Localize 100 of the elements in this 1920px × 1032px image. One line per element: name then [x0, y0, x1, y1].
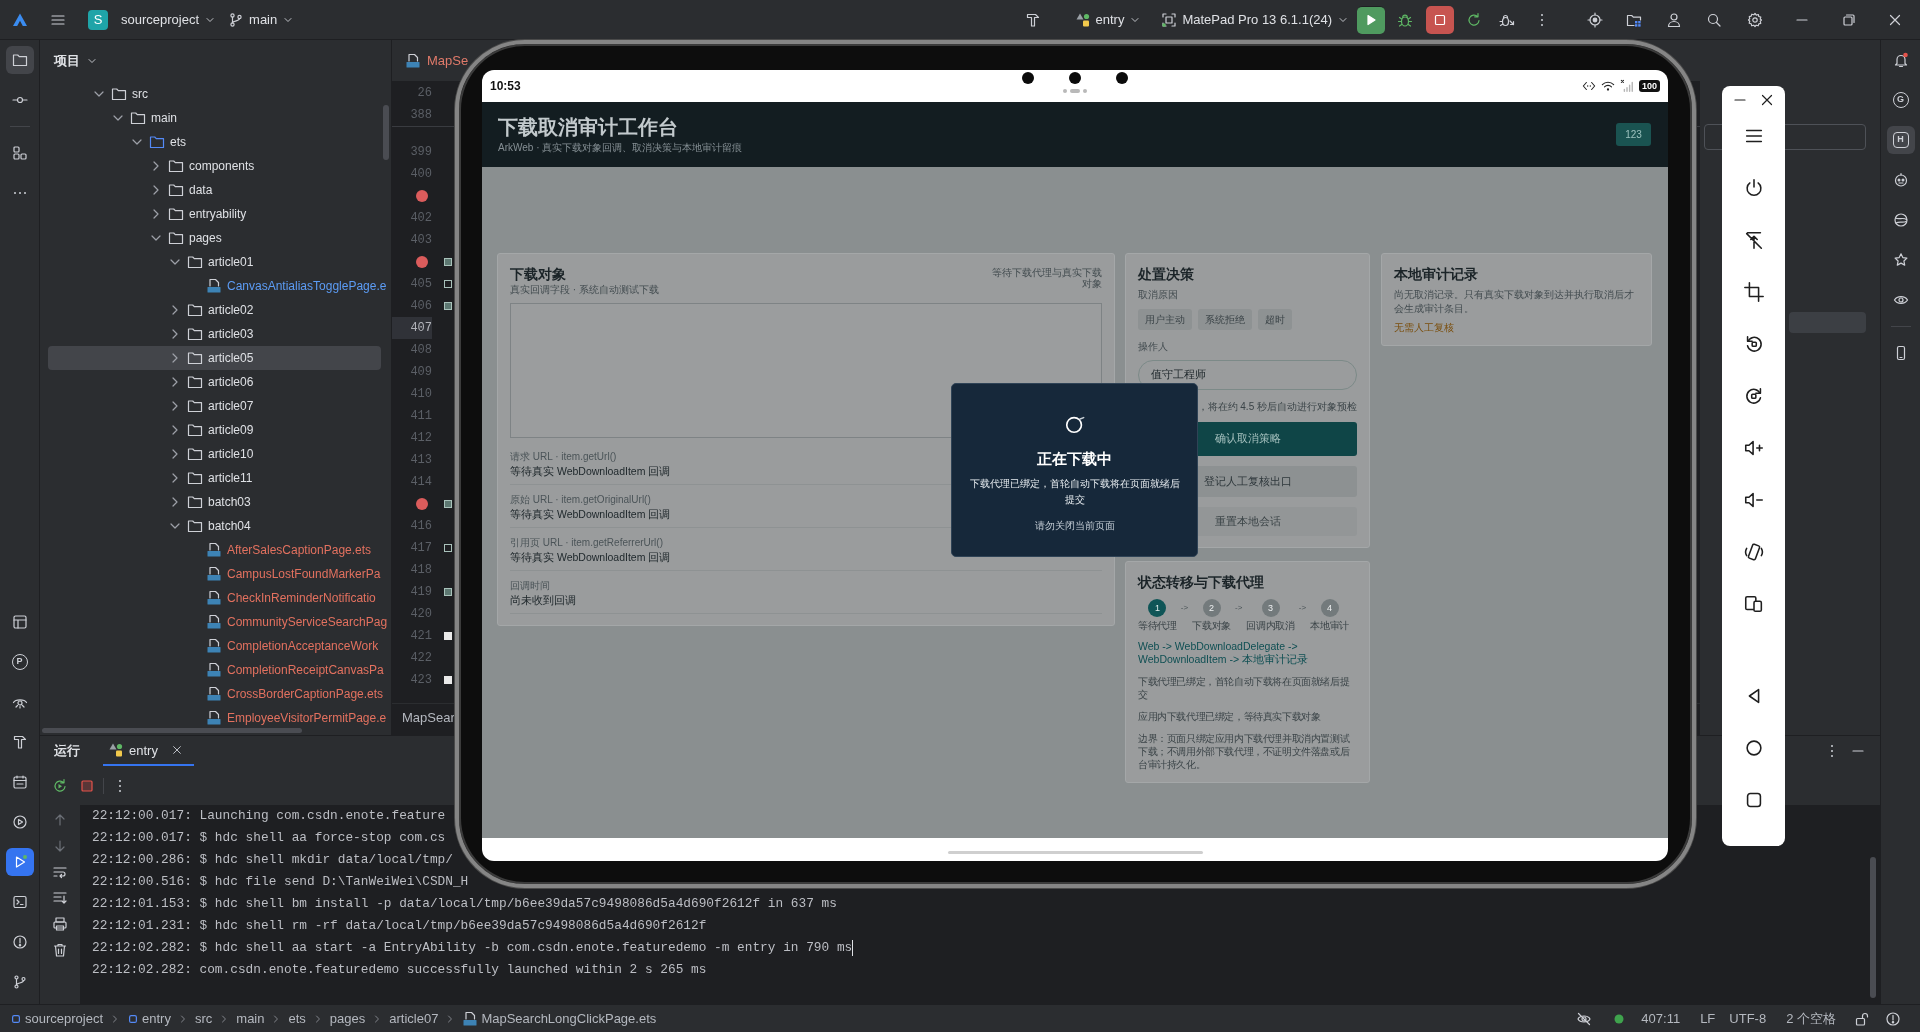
folder-item[interactable]: article01	[48, 250, 381, 274]
file-item[interactable]: CanvasAntialiasTogglePage.e	[48, 274, 389, 298]
crop-icon[interactable]	[1742, 281, 1765, 303]
file-item[interactable]: EmployeeVisitorPermitPage.e	[48, 706, 389, 730]
module-icon	[108, 742, 124, 758]
file-item[interactable]: CampusLostFoundMarkerPa	[48, 562, 389, 586]
page-indicator-icon	[1062, 88, 1088, 94]
hammer-icon[interactable]	[11, 734, 28, 750]
close-icon[interactable]	[170, 744, 183, 756]
vertical-scrollbar-thumb[interactable]	[383, 105, 389, 160]
folder-item[interactable]: data	[48, 178, 381, 202]
file-icon	[206, 662, 222, 678]
folder-icon[interactable]	[5, 46, 34, 74]
file-item[interactable]: CompletionAcceptanceWork	[48, 634, 389, 658]
cursor-position[interactable]: 407:11	[1641, 1011, 1681, 1026]
run-config-dropdown[interactable]: entry	[1074, 11, 1142, 28]
robot-icon[interactable]	[1892, 172, 1909, 188]
project-dropdown[interactable]: sourceproject	[121, 12, 217, 27]
git-branch-icon[interactable]	[11, 974, 28, 990]
breadcrumb[interactable]: ets	[288, 1011, 306, 1026]
file-item[interactable]: AfterSalesCaptionPage.ets	[48, 538, 389, 562]
hammer-icon[interactable]	[1024, 11, 1041, 28]
horizontal-scrollbar-thumb[interactable]	[42, 728, 302, 733]
file-item[interactable]: CommunityServiceSearchPag	[48, 610, 389, 634]
notification-bell-icon[interactable]	[1892, 52, 1909, 68]
play-circle-icon[interactable]	[11, 814, 28, 830]
folder-item[interactable]: ets	[48, 130, 381, 154]
breakpoint-icon[interactable]	[416, 498, 428, 510]
close-icon[interactable]	[1759, 92, 1775, 108]
layout-icon[interactable]	[11, 614, 28, 630]
folder-item[interactable]: entryability	[48, 202, 381, 226]
calendar-icon[interactable]	[11, 774, 28, 790]
settings-icon[interactable]	[1747, 11, 1763, 28]
star-icon[interactable]	[1892, 252, 1909, 268]
folder-item[interactable]: article06	[48, 370, 381, 394]
multi-device-icon[interactable]	[1742, 593, 1765, 615]
letter-tool-button[interactable]: H	[1886, 126, 1915, 154]
folder-item[interactable]: components	[48, 154, 381, 178]
file-icon	[206, 278, 222, 294]
folder-item[interactable]: article11	[48, 466, 381, 490]
panel-title[interactable]: 项目	[54, 52, 80, 70]
app-logo-icon[interactable]	[12, 11, 28, 28]
globe-icon[interactable]	[1892, 212, 1909, 228]
file-item[interactable]: CrossBorderCaptionPage.ets	[48, 682, 389, 706]
rerun-icon[interactable]	[52, 777, 68, 794]
breadcrumb[interactable]: MapSearchLongClickPage.ets	[462, 1010, 657, 1027]
file-encoding[interactable]: UTF-8	[1729, 1011, 1767, 1026]
shake-device-icon[interactable]	[1742, 541, 1765, 563]
page-subtitle: ArkWeb · 真实下载对象回调、取消决策与本地审计留痕	[498, 142, 743, 154]
folder-item[interactable]: article02	[48, 298, 381, 322]
restore-icon[interactable]	[1841, 11, 1857, 28]
structure-icon[interactable]	[11, 145, 28, 161]
field-label: 操作人	[1138, 340, 1169, 353]
folder-item[interactable]: article07	[48, 394, 381, 418]
file-item[interactable]: CompletionReceiptCanvasPa	[48, 658, 389, 682]
warning-icon[interactable]	[11, 934, 28, 950]
branch-dropdown[interactable]: main	[228, 11, 295, 28]
scroll-to-end-icon[interactable]	[52, 890, 68, 906]
line-number: 414	[410, 475, 432, 489]
breadcrumb[interactable]: article07	[389, 1011, 439, 1026]
folder-item[interactable]: article05	[48, 346, 381, 370]
warning-icon[interactable]	[1885, 1010, 1901, 1027]
breadcrumb[interactable]: pages	[329, 1011, 366, 1026]
breadcrumb[interactable]: src	[194, 1011, 213, 1026]
editor-tab[interactable]: MapSe	[405, 52, 469, 69]
search-icon[interactable]	[1706, 11, 1722, 28]
print-icon[interactable]	[52, 916, 68, 932]
terminal-icon[interactable]	[11, 894, 28, 910]
run-icon[interactable]	[5, 848, 34, 876]
stop-icon[interactable]	[79, 777, 95, 794]
breadcrumb[interactable]: MapSear	[402, 710, 455, 725]
folder-item[interactable]: src	[48, 82, 381, 106]
folder-item[interactable]: main	[48, 106, 381, 130]
run-button[interactable]	[1357, 5, 1385, 34]
breakpoint-icon[interactable]	[416, 256, 428, 268]
trash-icon[interactable]	[52, 942, 68, 958]
lock-icon[interactable]	[1854, 1010, 1870, 1027]
folder-item[interactable]: batch03	[48, 490, 381, 514]
device-dropdown[interactable]: MatePad Pro 13 6.1.1(24)	[1161, 11, 1349, 28]
soft-wrap-icon[interactable]	[52, 864, 68, 880]
eye-slash-icon[interactable]	[1576, 1010, 1593, 1027]
breadcrumb[interactable]: main	[236, 1011, 265, 1026]
indent-setting[interactable]: 2 个空格	[1786, 1009, 1836, 1028]
vertical-scrollbar-thumb[interactable]	[1870, 857, 1876, 998]
folder-item[interactable]: pages	[48, 226, 381, 250]
target-icon[interactable]	[1587, 11, 1603, 28]
file-item[interactable]: CheckInReminderNotificatio	[48, 586, 389, 610]
folder-item[interactable]: article10	[48, 442, 381, 466]
folder-item[interactable]: article09	[48, 418, 381, 442]
reload-icon[interactable]	[1466, 11, 1482, 28]
folder-item[interactable]: batch04	[48, 514, 381, 538]
person-icon[interactable]	[1666, 11, 1682, 28]
stop-button[interactable]	[1426, 5, 1454, 34]
breakpoint-icon[interactable]	[416, 190, 428, 202]
line-ending[interactable]: LF	[1700, 1011, 1716, 1026]
breadcrumb[interactable]: sourceproject	[10, 1011, 104, 1026]
folder-item[interactable]: article03	[48, 322, 381, 346]
folder-icon	[187, 446, 203, 462]
breadcrumb[interactable]: entry	[127, 1011, 171, 1026]
run-tab[interactable]: entry	[103, 736, 194, 766]
